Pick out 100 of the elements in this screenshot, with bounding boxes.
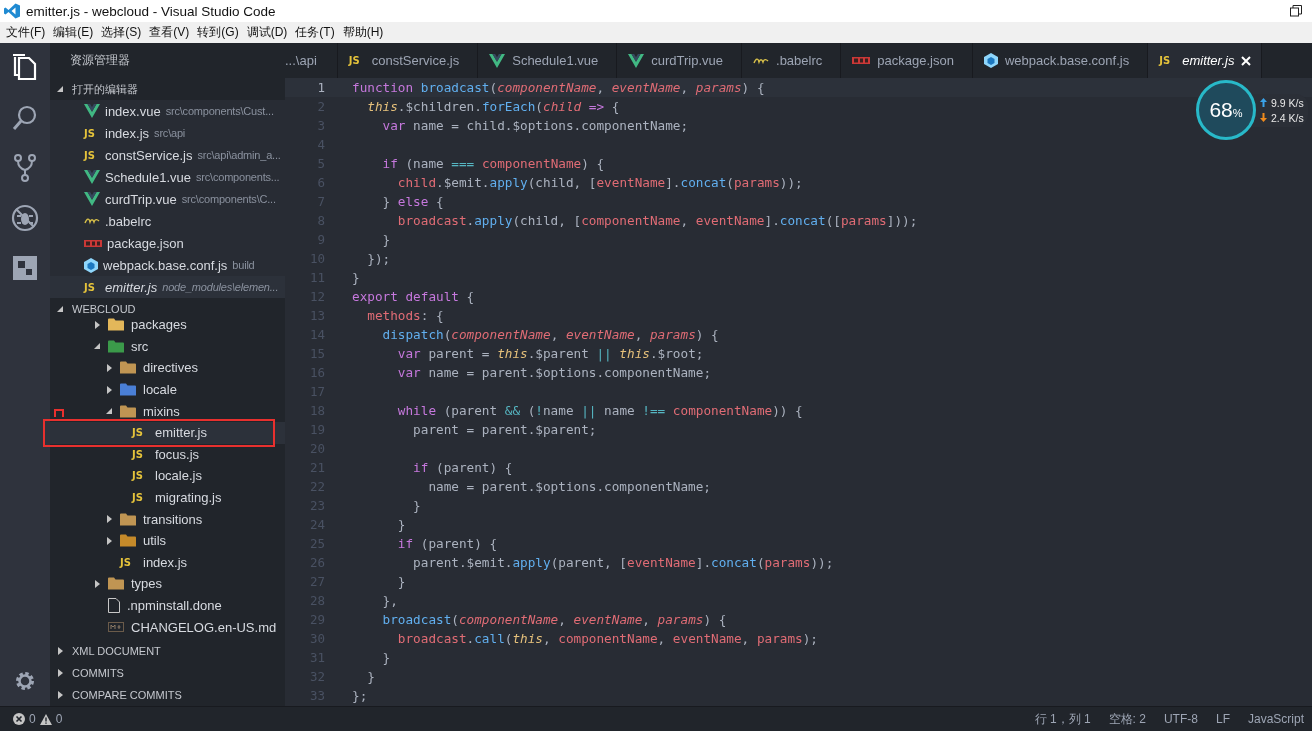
section-title[interactable]: XML DOCUMENT [72,645,161,657]
hexagon-file-icon [983,53,998,68]
code-line: dispatch(componentName, eventName, params) { [381,327,719,342]
tree-item[interactable]: types [50,573,285,595]
open-editor-item[interactable]: JS index.js src\api [50,122,285,144]
code-line: }, [381,593,398,608]
code-line: } [412,498,421,513]
code-line: }; [352,688,368,703]
expanded-caret-icon[interactable] [94,342,101,351]
code-line: } [381,650,391,665]
menu-item[interactable]: 文件(F) [4,24,52,41]
upload-arrow-icon [1260,98,1267,107]
open-editor-item[interactable]: JS emitter.js node_modules\elemen... [50,276,285,298]
expanded-caret-icon[interactable] [106,407,113,416]
code-line: child.$emit.apply(child, [eventName].concat(params)); [396,175,803,190]
menu-item[interactable]: 任务(T) [293,24,341,41]
expanded-caret-icon[interactable] [57,305,64,313]
warning-count[interactable]: 0 [55,712,63,726]
restore-button[interactable] [1290,5,1302,17]
status-item[interactable]: 行 1，列 1 [1034,710,1091,728]
status-item[interactable]: 空格: 2 [1108,710,1146,728]
menu-item[interactable]: 转到(G) [195,24,245,41]
tree-item[interactable]: .npminstall.done [50,594,285,617]
folder-icon [108,339,124,353]
open-editor-item[interactable]: curdTrip.vue src\components\C... [50,188,285,210]
status-item[interactable]: LF [1215,712,1230,726]
code-line: } [381,232,391,247]
tree-item[interactable]: JS emitter.js [50,421,285,444]
code-line: } [366,669,375,684]
warning-icon[interactable] [39,713,52,725]
code-line: } [396,574,406,589]
settings-icon[interactable] [14,670,36,692]
vue-file-icon [628,53,645,68]
section-title[interactable]: COMMITS [72,667,124,679]
open-editor-item[interactable]: package.json [50,232,285,254]
code-line: this.$children.forEach(child => { [366,99,620,114]
collapsed-caret-icon[interactable] [106,364,113,372]
menu-item[interactable]: 帮助(H) [340,24,390,41]
js-file-icon: JS [120,556,136,568]
vue-file-icon [84,104,100,118]
collapsed-caret-icon[interactable] [94,579,101,588]
collapsed-caret-icon[interactable] [106,515,113,524]
vue-file-icon [84,192,100,206]
open-editor-item[interactable]: index.vue src\components\Cust... [50,100,285,122]
tree-item[interactable]: JS focus.js [50,443,285,466]
js-file-icon: JS [132,427,148,439]
code-line: if (name === componentName) { [381,156,605,171]
open-editor-item[interactable]: .babelrc [50,210,285,232]
section-title[interactable]: 打开的编辑器 [72,81,138,97]
npm-file-icon [852,57,871,64]
folder-icon [108,577,124,591]
tree-item[interactable]: CHANGELOG.en-US.md [50,616,285,638]
menu-item[interactable]: 选择(S) [99,24,148,41]
error-count[interactable]: 0 [29,712,36,726]
tree-item[interactable]: src [50,335,285,358]
menu-item[interactable]: 查看(V) [147,24,196,41]
open-editor-item[interactable]: webpack.base.conf.js build [50,254,285,276]
status-item[interactable]: JavaScript [1247,712,1304,726]
tree-item[interactable]: directives [50,357,285,379]
code-line: }); [366,251,391,266]
window-title: emitter.js - webcloud - Visual Studio Code [26,3,276,19]
code-line: parent = parent.$parent; [412,422,597,437]
open-editor-item[interactable]: JS constService.js src\api\admin_a... [50,144,285,166]
sidebar-title: 资源管理器 [70,52,130,69]
collapsed-caret-icon[interactable] [57,647,64,655]
tree-item[interactable]: utils [50,529,285,552]
collapsed-caret-icon[interactable] [94,320,101,329]
close-icon[interactable] [1241,55,1252,66]
code-line: if (parent) { [412,460,513,475]
js-file-icon: JS [348,55,365,66]
expanded-caret-icon[interactable] [57,85,64,93]
app-logo-icon [4,3,20,19]
tree-item[interactable]: JS locale.js [50,465,285,487]
collapsed-caret-icon[interactable] [106,385,113,394]
section-title[interactable]: COMPARE COMMITS [72,689,182,701]
tree-item[interactable]: JS index.js [50,551,285,574]
editor-tab[interactable]: JS emitter.js [1148,43,1263,78]
vue-file-icon [84,170,100,184]
tree-item[interactable]: transitions [50,508,285,530]
tree-item[interactable]: JS migrating.js [50,486,285,509]
collapsed-caret-icon[interactable] [57,691,64,699]
menu-item[interactable]: 编辑(E) [51,24,100,41]
section-title[interactable]: WEBCLOUD [72,303,136,315]
js-file-icon: JS [132,448,148,460]
open-editor-item[interactable]: Schedule1.vue src\components... [50,166,285,188]
tree-item[interactable]: mixins [50,400,285,422]
tree-item[interactable]: packages [50,314,285,336]
status-item[interactable]: UTF-8 [1163,712,1198,726]
code-line: if (parent) { [396,536,498,551]
menu-item[interactable]: 调试(D) [244,24,294,41]
code-line: export default { [352,289,475,304]
collapsed-caret-icon[interactable] [106,536,113,545]
upload-rate: 9.9 K/s [1271,96,1304,109]
code-line: parent.$emit.apply(parent, [eventName].concat(params)); [412,555,834,570]
code-line: methods: { [366,308,444,323]
markdown-file-icon [108,622,124,633]
tree-item[interactable]: locale [50,378,285,401]
error-icon[interactable] [13,713,25,725]
collapsed-caret-icon[interactable] [57,669,64,677]
folder-icon [120,404,136,418]
